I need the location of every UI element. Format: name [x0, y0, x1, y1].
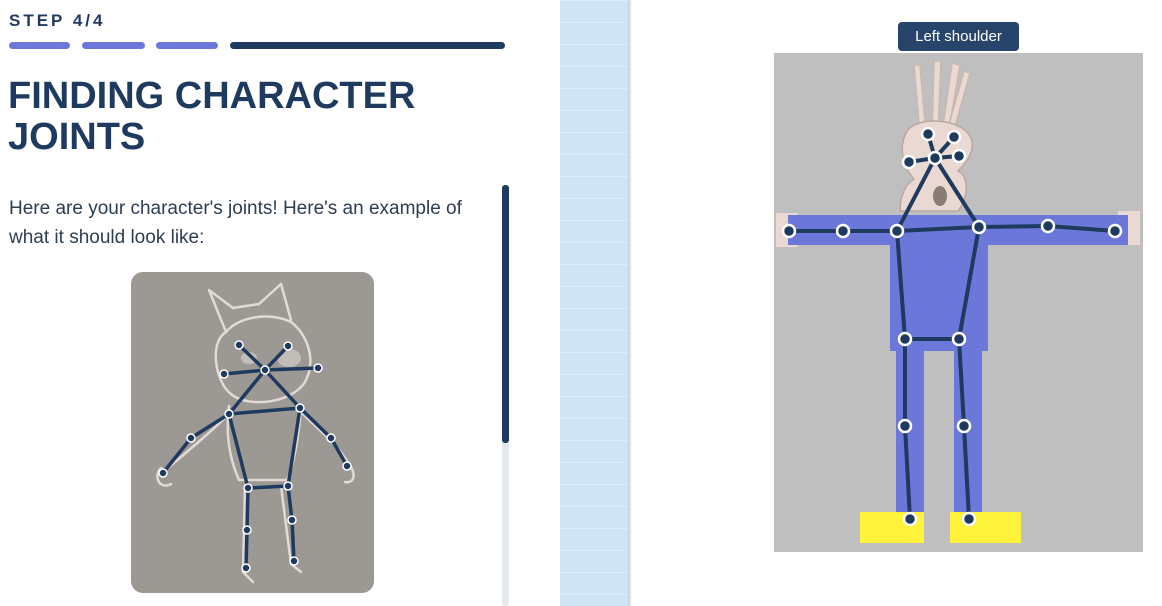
joint-point-icon[interactable]: [1040, 218, 1056, 234]
example-joint: [287, 515, 297, 525]
joint-point-icon[interactable]: [835, 223, 851, 239]
example-joint: [186, 433, 196, 443]
example-joint: [242, 525, 252, 535]
example-joint: [219, 369, 229, 379]
joint-point-icon[interactable]: [951, 331, 967, 347]
example-joint: [342, 461, 352, 471]
example-joint: [260, 365, 270, 375]
example-joint: [289, 556, 299, 566]
joint-point-icon[interactable]: [897, 418, 913, 434]
panel-divider: [560, 0, 628, 606]
example-joint: [158, 468, 168, 478]
joint-point-icon[interactable]: [902, 511, 918, 527]
joint-point-icon[interactable]: [897, 331, 913, 347]
joint-point-icon[interactable]: [951, 148, 967, 164]
joint-point-icon[interactable]: [971, 219, 987, 235]
joint-editor-canvas[interactable]: [774, 53, 1143, 552]
progress-bar: [9, 42, 505, 49]
example-image: [131, 272, 374, 593]
character-drawing: [776, 60, 1140, 543]
progress-step-4: [230, 42, 505, 49]
joint-point-icon[interactable]: [901, 154, 917, 170]
instructions-panel: STEP 4/4 FINDING CHARACTER JOINTS Here a…: [0, 0, 560, 606]
joint-point-icon[interactable]: [1107, 223, 1123, 239]
example-joint: [241, 563, 251, 573]
progress-step-1: [9, 42, 70, 49]
joint-point-icon[interactable]: [781, 223, 797, 239]
progress-step-2: [82, 42, 145, 49]
page-title: FINDING CHARACTER JOINTS: [8, 75, 416, 158]
example-joint: [224, 409, 234, 419]
joint-point-icon[interactable]: [946, 129, 962, 145]
joint-point-icon[interactable]: [961, 511, 977, 527]
example-joint: [234, 340, 244, 350]
joint-point-icon[interactable]: [927, 150, 943, 166]
scrollbar-thumb[interactable]: [502, 185, 509, 443]
character-mouth: [933, 186, 947, 206]
joint-point-icon[interactable]: [956, 418, 972, 434]
example-joint: [283, 341, 293, 351]
example-joint: [243, 483, 253, 493]
joint-tooltip: Left shoulder: [898, 22, 1019, 51]
example-joint: [283, 481, 293, 491]
instructions-text: Here are your character's joints! Here's…: [9, 198, 462, 248]
example-joint: [295, 403, 305, 413]
example-joint: [313, 363, 323, 373]
step-indicator: STEP 4/4: [9, 11, 106, 30]
example-joint: [326, 433, 336, 443]
example-drawing: [156, 282, 355, 584]
progress-step-3: [156, 42, 218, 49]
joint-point-icon[interactable]: [920, 126, 936, 142]
right-shoe: [950, 512, 1021, 543]
joint-point-icon[interactable]: [889, 223, 905, 239]
